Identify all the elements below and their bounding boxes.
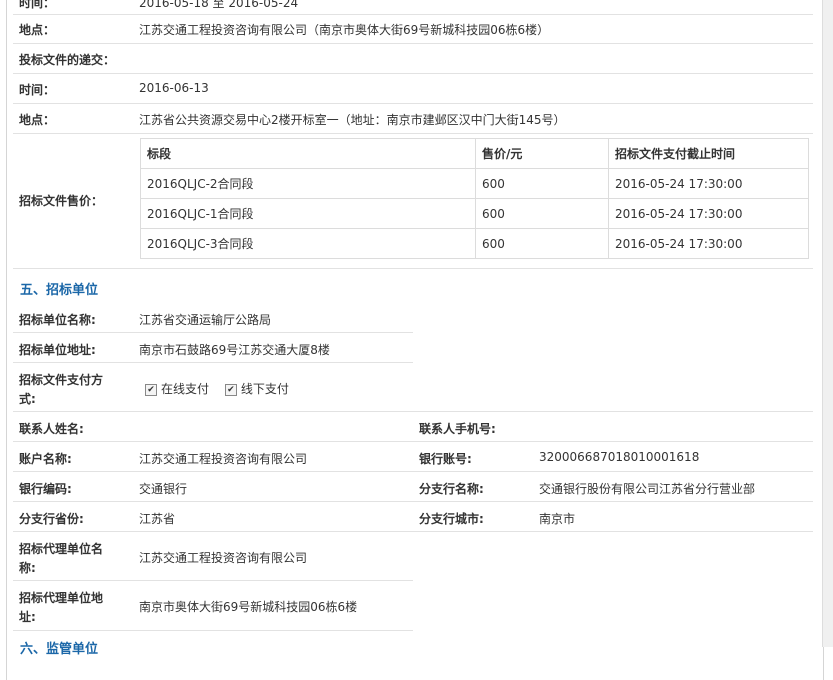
unit-addr-value: 南京市石鼓路69号江苏交通大厦8楼 bbox=[139, 343, 330, 357]
table-row: 2016QLJC-1合同段 600 2016-05-24 17:30:00 bbox=[140, 198, 809, 229]
row-submission: 投标文件的递交： bbox=[13, 44, 813, 74]
row-contact: 联系人姓名: 联系人手机号: bbox=[13, 412, 813, 442]
bid-time-label: 时间： bbox=[19, 0, 56, 10]
offline-pay-option[interactable]: ✔ 线下支付 bbox=[224, 382, 289, 396]
agent-name-label-2: 称: bbox=[19, 561, 36, 575]
fee-header-price: 售价/元 bbox=[475, 138, 609, 169]
agent-addr-value: 南京市奥体大街69号新城科技园06栋6楼 bbox=[139, 600, 358, 614]
online-pay-option[interactable]: ✔ 在线支付 bbox=[145, 382, 209, 396]
offline-pay-label: 线下支付 bbox=[240, 382, 289, 396]
fee-cell-price: 600 bbox=[475, 198, 609, 229]
table-row: 2016QLJC-3合同段 600 2016-05-24 17:30:00 bbox=[140, 228, 809, 259]
scrollbar[interactable] bbox=[822, 0, 833, 647]
account-name-value: 江苏交通工程投资咨询有限公司 bbox=[139, 452, 308, 466]
table-row: 2016QLJC-2合同段 600 2016-05-24 17:30:00 bbox=[140, 168, 809, 199]
bank-account-value: 320006687018010001618 bbox=[539, 450, 700, 464]
section-title-tender-unit: 五、招标单位 bbox=[20, 283, 99, 298]
agent-addr-label-1: 招标代理单位地 bbox=[19, 591, 104, 605]
row-bid-place: 地点： 江苏交通工程投资咨询有限公司（南京市奥体大街69号新城科技园06栋6楼） bbox=[13, 14, 813, 44]
fee-cell-section: 2016QLJC-3合同段 bbox=[140, 228, 476, 259]
sub-time-label: 时间： bbox=[19, 83, 56, 97]
fee-cell-section: 2016QLJC-2合同段 bbox=[140, 168, 476, 199]
agent-name-label-1: 招标代理单位名 bbox=[19, 542, 104, 556]
row-unit-addr: 招标单位地址: 南京市石鼓路69号江苏交通大厦8楼 bbox=[13, 333, 413, 363]
agent-addr-label-2: 址: bbox=[19, 610, 36, 624]
account-name-label: 账户名称: bbox=[19, 452, 72, 466]
row-agent-addr: 招标代理单位地 址: 南京市奥体大街69号新城科技园06栋6楼 bbox=[13, 581, 413, 631]
bank-account-label: 银行账号: bbox=[419, 452, 472, 466]
branch-city-label: 分支行城市: bbox=[419, 512, 484, 526]
online-pay-label: 在线支付 bbox=[161, 382, 210, 396]
pay-method-options: ✔ 在线支付 ✔ 线下支付 bbox=[145, 380, 301, 397]
row-province: 分支行省份: 江苏省 分支行城市: 南京市 bbox=[13, 502, 813, 532]
fee-label: 招标文件售价： bbox=[19, 194, 104, 208]
row-unit-name: 招标单位名称: 江苏省交通运输厅公路局 bbox=[13, 303, 413, 333]
bid-place-label: 地点： bbox=[19, 23, 56, 37]
fee-header-deadline: 招标文件支付截止时间 bbox=[608, 138, 809, 169]
bank-code-value: 交通银行 bbox=[139, 482, 188, 496]
fee-table: 标段 售价/元 招标文件支付截止时间 2016QLJC-2合同段 600 201… bbox=[140, 138, 809, 259]
fee-header-section: 标段 bbox=[140, 138, 476, 169]
contact-name-label: 联系人姓名: bbox=[19, 422, 84, 436]
fee-cell-section: 2016QLJC-1合同段 bbox=[140, 198, 476, 229]
submission-label: 投标文件的递交： bbox=[19, 53, 116, 67]
row-bank: 银行编码: 交通银行 分支行名称: 交通银行股份有限公司江苏省分行营业部 bbox=[13, 472, 813, 502]
branch-city-value: 南京市 bbox=[539, 512, 576, 526]
agent-name-value: 江苏交通工程投资咨询有限公司 bbox=[139, 551, 308, 565]
checkbox-checked-icon[interactable]: ✔ bbox=[224, 383, 237, 396]
bid-place-value: 江苏交通工程投资咨询有限公司（南京市奥体大街69号新城科技园06栋6楼） bbox=[139, 23, 550, 37]
sub-place-label: 地点： bbox=[19, 113, 56, 127]
fee-cell-deadline: 2016-05-24 17:30:00 bbox=[608, 168, 809, 199]
sub-time-value: 2016-06-13 bbox=[139, 81, 209, 95]
unit-addr-label: 招标单位地址: bbox=[19, 343, 96, 357]
fee-cell-price: 600 bbox=[475, 168, 609, 199]
row-sub-place: 地点： 江苏省公共资源交易中心2楼开标室一（地址：南京市建邺区汉中门大街145号… bbox=[13, 104, 813, 134]
checkbox-checked-icon[interactable]: ✔ bbox=[145, 383, 157, 396]
branch-name-label: 分支行名称: bbox=[419, 482, 484, 496]
row-sub-time: 时间： 2016-06-13 bbox=[13, 74, 813, 104]
unit-name-value: 江苏省交通运输厅公路局 bbox=[139, 313, 272, 327]
bank-code-label: 银行编码: bbox=[19, 482, 72, 496]
bid-time-value: 2016-05-18 至 2016-05-24 bbox=[139, 0, 299, 10]
row-pay-method: 招标文件支付方 式: bbox=[13, 363, 813, 412]
branch-province-label: 分支行省份: bbox=[19, 512, 84, 526]
fee-cell-deadline: 2016-05-24 17:30:00 bbox=[608, 228, 809, 259]
fee-cell-deadline: 2016-05-24 17:30:00 bbox=[608, 198, 809, 229]
contact-phone-label: 联系人手机号: bbox=[419, 422, 496, 436]
branch-province-value: 江苏省 bbox=[139, 512, 176, 526]
unit-name-label: 招标单位名称: bbox=[19, 313, 96, 327]
row-agent-name: 招标代理单位名 称: 江苏交通工程投资咨询有限公司 bbox=[13, 532, 413, 581]
branch-name-value: 交通银行股份有限公司江苏省分行营业部 bbox=[539, 482, 756, 496]
row-account: 账户名称: 江苏交通工程投资咨询有限公司 银行账号: 3200066870180… bbox=[13, 442, 813, 472]
pay-method-label-1: 招标文件支付方 bbox=[19, 373, 104, 387]
section-title-supervisor: 六、监管单位 bbox=[20, 642, 99, 657]
fee-table-header: 标段 售价/元 招标文件支付截止时间 bbox=[140, 138, 809, 169]
pay-method-label-2: 式: bbox=[19, 392, 36, 406]
sub-place-value: 江苏省公共资源交易中心2楼开标室一（地址：南京市建邺区汉中门大街145号） bbox=[139, 113, 566, 127]
fee-cell-price: 600 bbox=[475, 228, 609, 259]
row-bid-time: 时间： 2016-05-18 至 2016-05-24 bbox=[13, 0, 813, 15]
